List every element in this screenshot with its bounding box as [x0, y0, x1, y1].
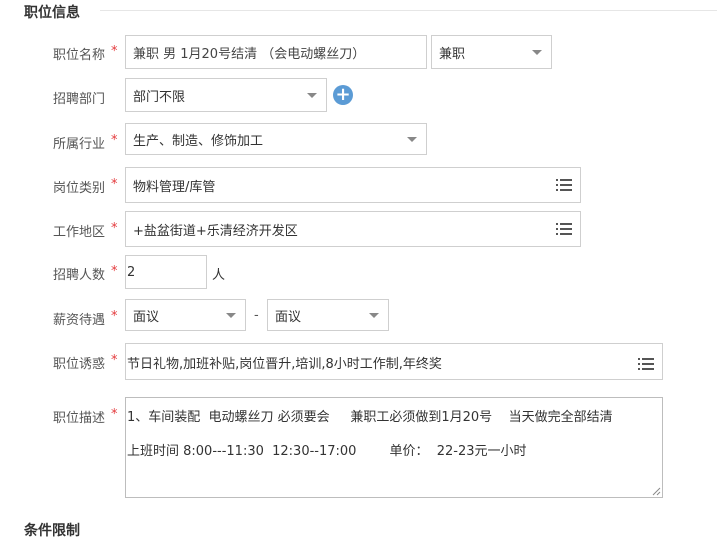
salary-min-value: 面议 [133, 309, 160, 325]
job-type-value: 兼职 [439, 46, 466, 62]
category-value: 物料管理/库管 [133, 179, 216, 195]
headcount-label: 招聘人数 [52, 268, 105, 283]
location-value: +盐盆街道+乐清经济开发区 [133, 223, 298, 239]
headcount-value: 2 [127, 264, 136, 280]
industry-value: 生产、制造、修饰加工 [133, 133, 264, 149]
section-divider [100, 10, 717, 11]
department-select[interactable]: 部门不限 [125, 78, 327, 112]
required-mark: * [111, 44, 118, 59]
headcount-unit: 人 [212, 268, 226, 283]
add-department-icon[interactable]: + [333, 85, 353, 105]
salary-min-select[interactable]: 面议 [125, 299, 246, 331]
location-label: 工作地区 [52, 225, 105, 240]
required-mark: * [111, 133, 118, 148]
benefits-field[interactable]: 节日礼物,加班补贴,岗位晋升,培训,8小时工作制,年终奖 [125, 343, 663, 380]
required-mark: * [111, 264, 118, 279]
list-icon[interactable] [638, 357, 654, 370]
chevron-down-icon [369, 313, 379, 318]
industry-label: 所属行业 [52, 137, 105, 152]
description-label: 职位描述 [52, 411, 105, 426]
next-section-title: 条件限制 [24, 523, 80, 539]
required-mark: * [111, 407, 118, 422]
salary-max-select[interactable]: 面议 [267, 299, 389, 331]
description-textarea[interactable]: 1、车间装配 电动螺丝刀 必须要会 兼职工必须做到1月20号 当天做完全部结清 … [125, 397, 663, 498]
benefits-label: 职位诱惑 [52, 357, 105, 372]
job-name-label: 职位名称 [52, 48, 105, 63]
industry-select[interactable]: 生产、制造、修饰加工 [125, 123, 427, 155]
chevron-down-icon [307, 93, 317, 98]
benefits-value: 节日礼物,加班补贴,岗位晋升,培训,8小时工作制,年终奖 [127, 357, 442, 372]
salary-separator: - [254, 308, 259, 323]
section-title: 职位信息 [24, 5, 80, 21]
description-line-1: 1、车间装配 电动螺丝刀 必须要会 兼职工必须做到1月20号 当天做完全部结清 [127, 410, 613, 425]
job-type-select[interactable]: 兼职 [431, 35, 552, 69]
job-name-input[interactable]: 兼职 男 1月20号结清 （会电动螺丝刀） [125, 35, 427, 69]
salary-max-value: 面议 [275, 309, 302, 325]
chevron-down-icon [226, 313, 236, 318]
department-value: 部门不限 [133, 89, 186, 105]
list-icon[interactable] [556, 179, 572, 191]
description-line-2: 上班时间 8:00---11:30 12:30--17:00 单价： 22-23… [127, 444, 527, 459]
chevron-down-icon [532, 50, 542, 55]
required-mark: * [111, 353, 118, 368]
required-mark: * [111, 221, 118, 236]
category-field[interactable]: 物料管理/库管 [125, 167, 581, 203]
required-mark: * [111, 309, 118, 324]
department-label: 招聘部门 [52, 92, 105, 107]
chevron-down-icon [407, 137, 417, 142]
salary-label: 薪资待遇 [52, 313, 105, 328]
category-label: 岗位类别 [52, 181, 105, 196]
list-icon[interactable] [556, 223, 572, 235]
location-field[interactable]: +盐盆街道+乐清经济开发区 [125, 211, 581, 247]
required-mark: * [111, 177, 118, 192]
resize-grip-icon[interactable] [651, 486, 661, 496]
job-name-value: 兼职 男 1月20号结清 （会电动螺丝刀） [133, 46, 366, 62]
headcount-input[interactable]: 2 [125, 255, 207, 289]
